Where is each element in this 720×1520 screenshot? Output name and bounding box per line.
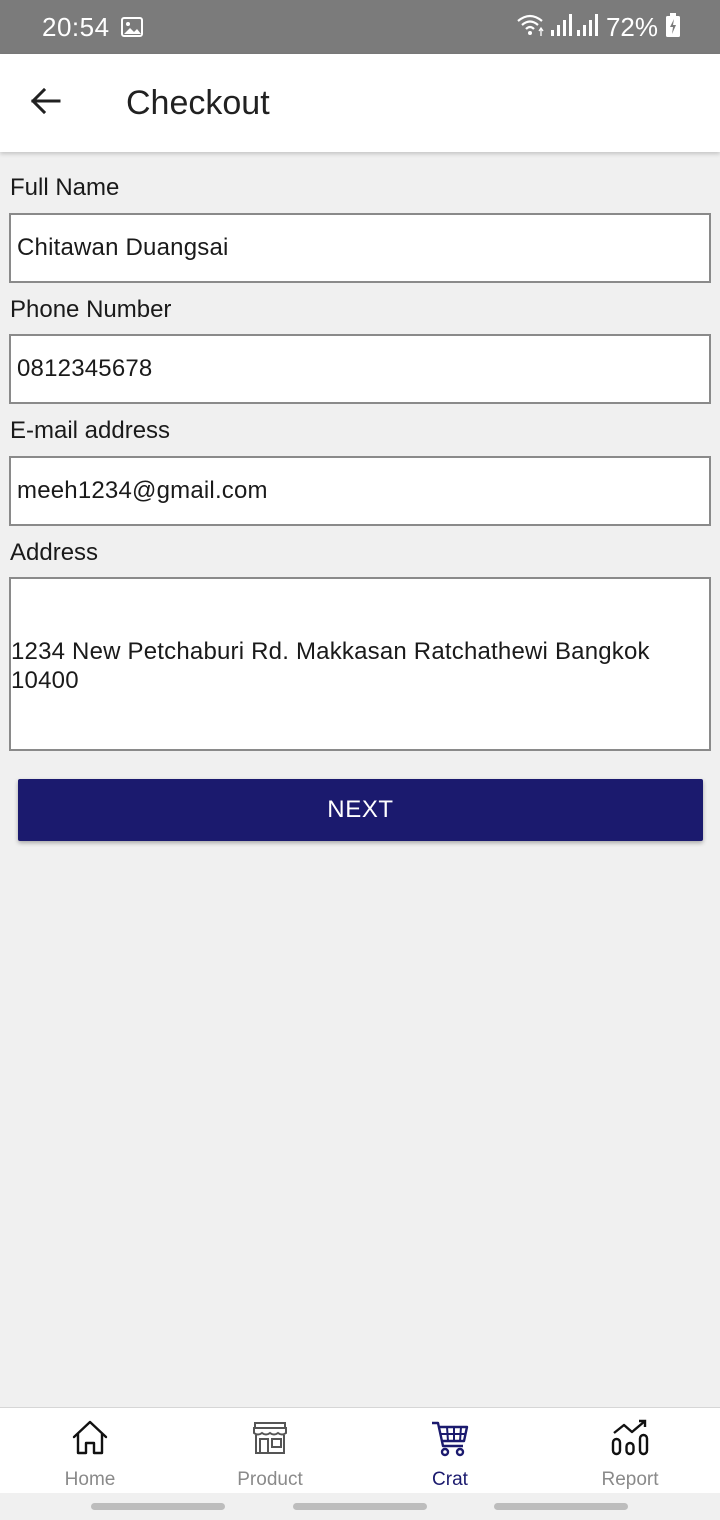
email-input[interactable] xyxy=(9,456,711,526)
page-title: Checkout xyxy=(126,84,270,122)
recents-handle[interactable] xyxy=(91,1503,225,1510)
address-input[interactable]: 1234 New Petchaburi Rd. Makkasan Ratchat… xyxy=(9,577,711,751)
signal-icon xyxy=(576,13,598,42)
full-name-label: Full Name xyxy=(10,174,120,201)
home-icon xyxy=(70,1418,110,1458)
back-button[interactable] xyxy=(18,76,72,130)
system-navigation-bar xyxy=(0,1493,720,1520)
address-value: 1234 New Petchaburi Rd. Makkasan Ratchat… xyxy=(11,638,650,694)
arrow-left-icon xyxy=(29,87,61,120)
status-time: 20:54 xyxy=(42,12,110,42)
home-handle[interactable] xyxy=(293,1503,427,1510)
bottom-navigation: Home Product Crat Report xyxy=(0,1407,720,1494)
gallery-icon xyxy=(121,17,143,42)
nav-label-product: Product xyxy=(237,1469,303,1490)
store-icon xyxy=(250,1418,290,1458)
app-bar: Checkout xyxy=(0,54,720,152)
signal-icon xyxy=(550,13,572,42)
nav-label-home: Home xyxy=(64,1469,116,1490)
nav-label-report: Report xyxy=(601,1469,659,1490)
nav-item-product[interactable]: Product xyxy=(180,1408,360,1494)
battery-charging-icon xyxy=(666,12,680,42)
wifi-icon xyxy=(516,12,546,43)
email-label: E-mail address xyxy=(10,417,171,444)
chart-icon xyxy=(610,1418,650,1458)
nav-item-cart[interactable]: Crat xyxy=(360,1408,540,1494)
address-label: Address xyxy=(10,539,99,566)
back-handle[interactable] xyxy=(494,1503,628,1510)
battery-percent: 72% xyxy=(605,11,658,42)
full-name-input[interactable] xyxy=(9,213,711,283)
phone-number-input[interactable] xyxy=(9,334,711,404)
cart-icon xyxy=(430,1418,470,1458)
nav-item-report[interactable]: Report xyxy=(540,1408,720,1494)
phone-number-label: Phone Number xyxy=(10,296,172,323)
next-button[interactable]: NEXT xyxy=(18,779,703,841)
status-indicators: 72% xyxy=(516,11,680,43)
nav-item-home[interactable]: Home xyxy=(0,1408,180,1494)
status-bar: 20:54 72% xyxy=(0,0,720,54)
nav-label-cart: Crat xyxy=(432,1469,468,1490)
